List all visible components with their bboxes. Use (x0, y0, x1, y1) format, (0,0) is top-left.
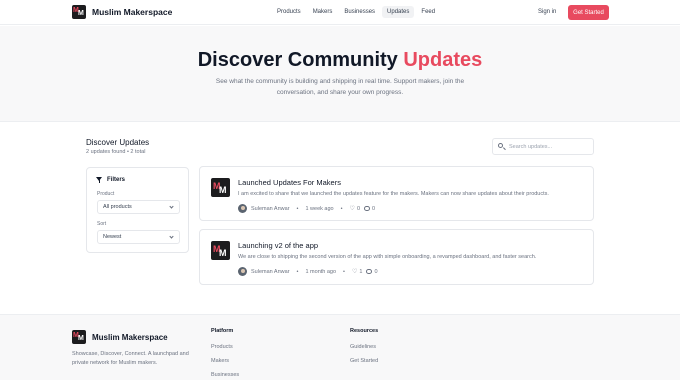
heart-icon: ♡ (351, 269, 358, 275)
sort-select[interactable]: Newest (97, 230, 180, 244)
like-button[interactable]: ♡ 0 (349, 205, 360, 213)
update-title[interactable]: Launched Updates For Makers (238, 178, 341, 187)
footer-brand[interactable]: MM Muslim Makerspace (72, 330, 168, 344)
update-time: 1 month ago (305, 268, 337, 275)
author-name[interactable]: Suleman Anwar (251, 269, 290, 275)
footer-platform-title: Platform (211, 328, 234, 334)
search-box[interactable] (492, 138, 594, 155)
nav-makers[interactable]: Makers (308, 6, 338, 18)
update-time: 1 week ago (305, 205, 334, 212)
chevron-down-icon (169, 234, 174, 239)
hero-subtitle: See what the community is building and s… (215, 78, 465, 96)
like-count: 0 (356, 205, 360, 212)
separator-dot: • (340, 205, 343, 212)
updates-count: 2 updates found • 2 total (86, 149, 146, 155)
nav-updates[interactable]: Updates (382, 6, 415, 18)
search-input[interactable] (509, 143, 589, 150)
product-logo-icon: MM (211, 241, 230, 260)
nav-products[interactable]: Products (272, 6, 306, 18)
filters-header: Filters (96, 177, 125, 183)
update-title[interactable]: Launching v2 of the app (238, 241, 318, 250)
nav-businesses[interactable]: Businesses (339, 6, 380, 18)
footer-resources-title: Resources (350, 328, 379, 334)
brand-name: Muslim Makerspace (92, 7, 173, 17)
comment-count: 0 (374, 268, 378, 275)
footer-link-get-started[interactable]: Get Started (350, 358, 378, 364)
hero-title-accent: Updates (403, 49, 483, 71)
brand-home-link[interactable]: MM Muslim Makerspace (72, 5, 172, 19)
product-select[interactable]: All products (97, 200, 180, 214)
separator-dot: • (296, 268, 299, 275)
update-meta: Suleman Anwar • 1 week ago • ♡ 0 0 (238, 204, 375, 213)
sign-in-link[interactable]: Sign in (538, 9, 556, 15)
search-icon (498, 143, 505, 150)
comment-icon (366, 269, 373, 274)
like-button[interactable]: ♡ 1 (351, 268, 363, 276)
filter-icon (96, 177, 103, 183)
like-count: 1 (359, 268, 363, 275)
main-nav: Products Makers Businesses Updates Feed (272, 6, 440, 18)
brand-logo-icon: MM (72, 330, 86, 344)
hero-title: Discover Community Updates (0, 49, 680, 72)
footer-link-guidelines[interactable]: Guidelines (350, 344, 376, 350)
footer-brand-name: Muslim Makerspace (92, 332, 168, 342)
chevron-down-icon (169, 204, 174, 209)
comment-count: 0 (372, 205, 376, 212)
separator-dot: • (343, 268, 345, 275)
filters-panel: Filters Product All products Sort Newest (86, 167, 189, 253)
author-name[interactable]: Suleman Anwar (251, 206, 290, 212)
comment-button[interactable]: 0 (364, 206, 375, 212)
filters-title: Filters (107, 177, 126, 183)
heart-icon: ♡ (349, 206, 355, 212)
footer-description: Showcase, Discover, Connect. A launchpad… (72, 351, 189, 366)
nav-feed[interactable]: Feed (416, 6, 440, 18)
update-body: I am excited to share that we launched t… (238, 191, 549, 197)
product-logo-icon: MM (211, 178, 230, 197)
footer-link-businesses[interactable]: Businesses (211, 372, 239, 378)
author-avatar[interactable] (238, 267, 247, 276)
brand-logo-icon: MM (72, 5, 86, 19)
product-label: Product (97, 191, 115, 197)
comment-button[interactable]: 0 (366, 268, 378, 275)
author-avatar[interactable] (238, 204, 247, 213)
update-card[interactable]: MM Launching v2 of the app We are close … (199, 229, 594, 285)
footer: MM Muslim Makerspace Showcase, Discover,… (0, 314, 680, 380)
comment-icon (364, 206, 370, 211)
sort-select-value: Newest (103, 234, 122, 240)
get-started-button[interactable]: Get Started (568, 5, 609, 20)
update-body: We are close to shipping the second vers… (238, 254, 537, 260)
product-select-value: All products (103, 204, 132, 210)
update-meta: Suleman Anwar • 1 month ago • ♡ 1 0 (238, 267, 378, 276)
hero-section: Discover Community Updates See what the … (0, 26, 680, 122)
footer-link-makers[interactable]: Makers (211, 358, 229, 364)
sort-label: Sort (97, 221, 107, 227)
hero-title-main: Discover Community (197, 49, 398, 71)
update-card[interactable]: MM Launched Updates For Makers I am exci… (199, 166, 594, 221)
footer-link-products[interactable]: Products (211, 344, 233, 350)
updates-title: Discover Updates (86, 138, 150, 147)
separator-dot: • (296, 205, 299, 212)
top-navbar: MM Muslim Makerspace Products Makers Bus… (0, 0, 680, 25)
